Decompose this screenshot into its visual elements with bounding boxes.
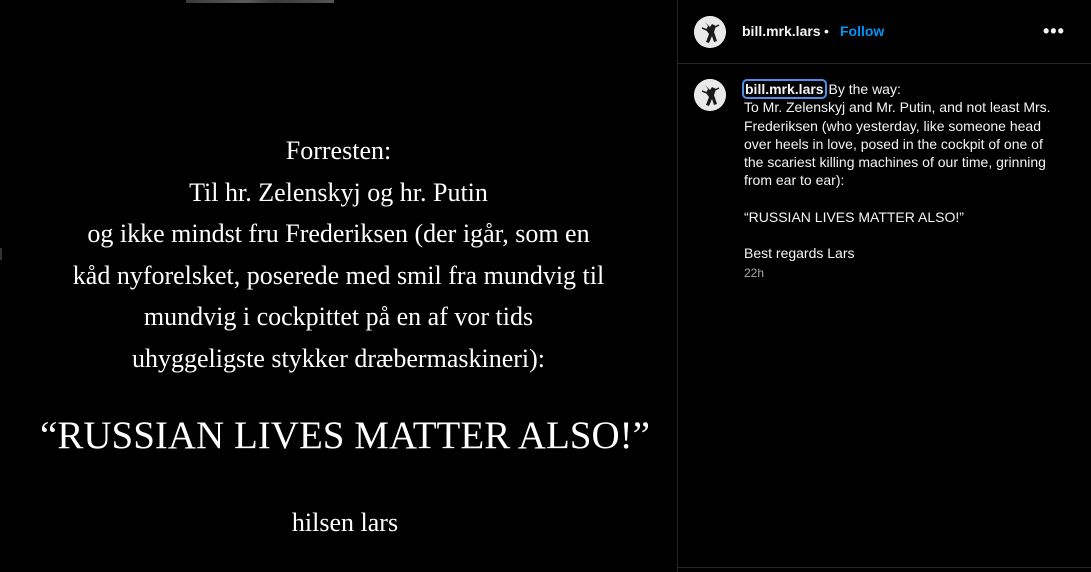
post-image[interactable]: Forresten: Til hr. Zelenskyj og hr. Puti…: [0, 0, 677, 572]
caption-avatar[interactable]: [694, 79, 726, 111]
caption-username[interactable]: bill.mrk.lars: [742, 79, 827, 99]
caption-quote: “RUSSIAN LIVES MATTER ALSO!”: [744, 208, 964, 225]
avatar-figure-icon: [694, 79, 726, 111]
image-text-line: uhyggeligste stykker dræbermaskineri):: [131, 343, 546, 373]
header-separator: •: [824, 23, 829, 39]
post-caption: bill.mrk.lars By the way: To Mr. Zelensk…: [742, 79, 1064, 262]
divider: [678, 567, 1091, 568]
image-text-line: Til hr. Zelenskyj og hr. Putin: [189, 177, 488, 207]
image-top-strip: [186, 0, 334, 3]
post-header: bill.mrk.lars • Follow •••: [678, 0, 1091, 64]
caption-first-line: By the way:: [828, 81, 901, 97]
header-username[interactable]: bill.mrk.lars: [742, 23, 821, 39]
caption-body: To Mr. Zelenskyj and Mr. Putin, and not …: [744, 99, 1051, 189]
post-timestamp[interactable]: 22h: [744, 266, 764, 280]
image-text-line: Forresten:: [285, 136, 392, 165]
more-options-icon[interactable]: •••: [1043, 22, 1065, 40]
image-signature: hilsen lars: [291, 508, 399, 537]
image-text-line: og ikke mindst fru Frederiksen (der igår…: [87, 219, 590, 248]
post-details-panel: bill.mrk.lars • Follow ••• bill.mrk.lars…: [677, 0, 1091, 572]
avatar-figure-icon: [694, 16, 726, 48]
image-headline: “RUSSIAN LIVES MATTER ALSO!”: [40, 414, 650, 457]
avatar[interactable]: [694, 16, 726, 48]
image-text-line: kåd nyforelsket, poserede med smil fra m…: [72, 260, 605, 290]
image-text-block: Forresten: Til hr. Zelenskyj og hr. Puti…: [0, 130, 677, 379]
follow-button[interactable]: Follow: [840, 23, 884, 39]
image-text-line: mundvig i cockpittet på en af vor tids: [143, 302, 534, 331]
caption-signoff: Best regards Lars: [744, 245, 855, 262]
